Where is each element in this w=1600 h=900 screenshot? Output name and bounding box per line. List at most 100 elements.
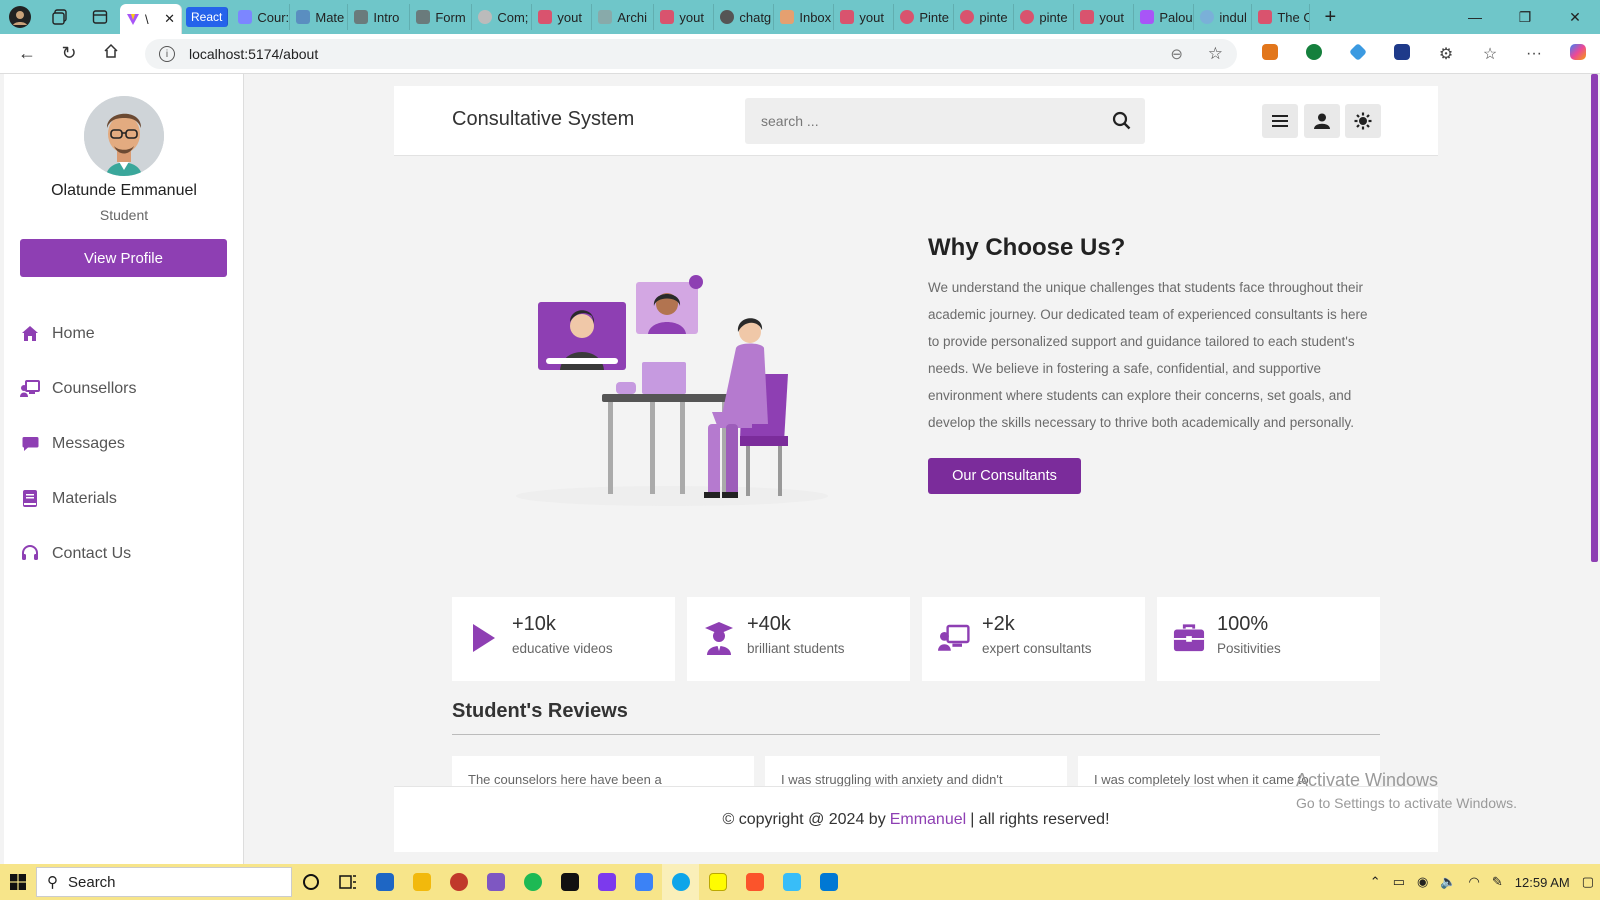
app-icon[interactable] <box>625 864 662 900</box>
view-profile-button[interactable]: View Profile <box>20 239 227 277</box>
brave-icon[interactable] <box>736 864 773 900</box>
scrollbar[interactable] <box>1590 74 1600 864</box>
chrome-icon[interactable] <box>440 864 477 900</box>
tab-form[interactable]: Form <box>410 4 473 30</box>
spotify-icon[interactable] <box>514 864 551 900</box>
url-field[interactable]: i localhost:5174/about ⊖ ☆ <box>145 39 1237 69</box>
tab-youtube-1[interactable]: yout <box>532 4 593 30</box>
taskbar-search-input[interactable]: ⚲ Search <box>36 867 292 897</box>
intellij-icon[interactable] <box>551 864 588 900</box>
tab-pinterest-2[interactable]: pinte <box>954 4 1015 30</box>
task-view-icon[interactable] <box>329 864 366 900</box>
review-text: I was completely lost when it came to <box>1094 772 1309 787</box>
tab-react[interactable]: React <box>186 7 229 27</box>
tab-chatgpt[interactable]: chatg <box>714 4 775 30</box>
close-window-icon[interactable]: ✕ <box>1550 9 1600 26</box>
back-icon[interactable]: ← <box>6 43 48 64</box>
close-tab-icon[interactable]: ✕ <box>164 11 175 27</box>
tab-course[interactable]: Cour: <box>232 4 291 30</box>
cortana-icon[interactable] <box>292 864 329 900</box>
search-input[interactable]: search ... <box>745 98 1145 144</box>
volume-icon[interactable]: 🔈 <box>1434 874 1462 890</box>
app-viewport: Olatunde Emmanuel Student View Profile H… <box>0 74 1600 864</box>
footer-author-link[interactable]: Emmanuel <box>890 811 966 829</box>
sidebar-item-contact[interactable]: Contact Us <box>20 526 136 581</box>
avatar <box>84 96 164 176</box>
photos-icon[interactable] <box>773 864 810 900</box>
tab-search[interactable]: indul <box>1194 4 1253 30</box>
workspaces-icon[interactable] <box>40 0 80 34</box>
tab-pinterest-3[interactable]: pinte <box>1014 4 1075 30</box>
more-options-icon[interactable]: ··· <box>1512 45 1556 63</box>
divider <box>452 734 1380 735</box>
menu-button[interactable] <box>1262 104 1298 138</box>
snapchat-icon[interactable] <box>699 864 736 900</box>
new-tab-icon[interactable]: + <box>1310 0 1350 34</box>
extension-diamond-icon[interactable] <box>1336 42 1380 65</box>
edge-icon[interactable] <box>662 864 699 900</box>
tab-materials[interactable]: Mate <box>290 4 349 30</box>
tab-comp[interactable]: Com; <box>472 4 533 30</box>
search-icon[interactable] <box>1112 111 1131 133</box>
footer-copyright: © copyright @ 2024 by <box>722 810 886 828</box>
refresh-icon[interactable]: ↻ <box>48 43 90 64</box>
our-consultants-button[interactable]: Our Consultants <box>928 458 1081 494</box>
tab-youtube-3[interactable]: yout <box>834 4 895 30</box>
wifi-icon[interactable]: ◠ <box>1463 874 1486 890</box>
file-explorer-icon[interactable] <box>403 864 440 900</box>
chevron-up-icon[interactable]: ⌃ <box>1364 874 1387 890</box>
sidebar-item-messages[interactable]: Messages <box>20 416 136 471</box>
tab-label: yout <box>859 9 884 25</box>
windows-start-icon[interactable] <box>0 874 36 890</box>
pen-icon[interactable]: ✎ <box>1486 874 1509 890</box>
tab-label: Cour: <box>257 9 290 25</box>
stat-value: 100% <box>1217 613 1269 635</box>
tab-pinterest-1[interactable]: Pinte <box>894 4 955 30</box>
search-icon: ⚲ <box>47 874 58 891</box>
site-info-icon[interactable]: i <box>159 46 175 62</box>
tab-youtube-4[interactable]: yout <box>1074 4 1135 30</box>
tab-active[interactable]: \ ✕ <box>120 4 182 34</box>
profile-icon[interactable] <box>0 0 40 34</box>
notification-icon[interactable]: ▢ <box>1576 874 1600 890</box>
sidebar-item-materials[interactable]: Materials <box>20 471 136 526</box>
tab-youtube-2[interactable]: yout <box>654 4 715 30</box>
tab-label: pinte <box>1039 9 1068 25</box>
stat-label: Positivities <box>1217 641 1281 656</box>
theme-toggle-button[interactable] <box>1345 104 1381 138</box>
extensions-icon[interactable]: ⚙ <box>1424 44 1468 64</box>
brand-title[interactable]: Consultative System <box>452 108 634 131</box>
user-button[interactable] <box>1304 104 1340 138</box>
tab-inbox[interactable]: Inbox <box>774 4 835 30</box>
visual-studio-icon[interactable] <box>477 864 514 900</box>
sidebar-item-counsellors[interactable]: Counsellors <box>20 361 136 416</box>
tab-label: yout <box>1099 9 1124 25</box>
metamask-icon[interactable] <box>1248 43 1292 65</box>
tab-actions-icon[interactable] <box>80 0 120 34</box>
favorite-star-icon[interactable]: ☆ <box>1208 44 1223 64</box>
tab-the[interactable]: The C <box>1252 4 1311 30</box>
network-icon[interactable]: ◉ <box>1411 874 1434 890</box>
sidebar-item-home[interactable]: Home <box>20 306 136 361</box>
user-name: Olatunde Emmanuel <box>51 182 197 199</box>
zoom-icon[interactable]: ⊖ <box>1170 45 1183 63</box>
vscode-icon[interactable] <box>810 864 847 900</box>
extension-app-icon[interactable] <box>1380 43 1424 65</box>
clock[interactable]: 12:59 AM <box>1509 875 1576 890</box>
battery-icon[interactable]: ▭ <box>1387 874 1411 890</box>
minimize-icon[interactable]: — <box>1450 9 1500 26</box>
home-icon[interactable] <box>90 43 132 64</box>
store-icon[interactable] <box>366 864 403 900</box>
system-tray: ⌃ ▭ ◉ 🔈 ◠ ✎ 12:59 AM ▢ <box>1364 864 1600 900</box>
favorites-icon[interactable]: ☆ <box>1468 44 1512 64</box>
copilot-icon[interactable] <box>1556 43 1600 65</box>
sidebar-item-label: Contact Us <box>52 544 132 562</box>
scrollbar-thumb[interactable] <box>1591 74 1598 562</box>
restore-icon[interactable]: ❐ <box>1500 9 1550 26</box>
tab-intro[interactable]: Intro <box>348 4 411 30</box>
obsidian-icon[interactable] <box>588 864 625 900</box>
tab-label: Inbox <box>799 9 832 25</box>
tab-palou[interactable]: Palou <box>1134 4 1195 30</box>
grammarly-icon[interactable] <box>1292 43 1336 65</box>
tab-archive[interactable]: Archi <box>592 4 655 30</box>
